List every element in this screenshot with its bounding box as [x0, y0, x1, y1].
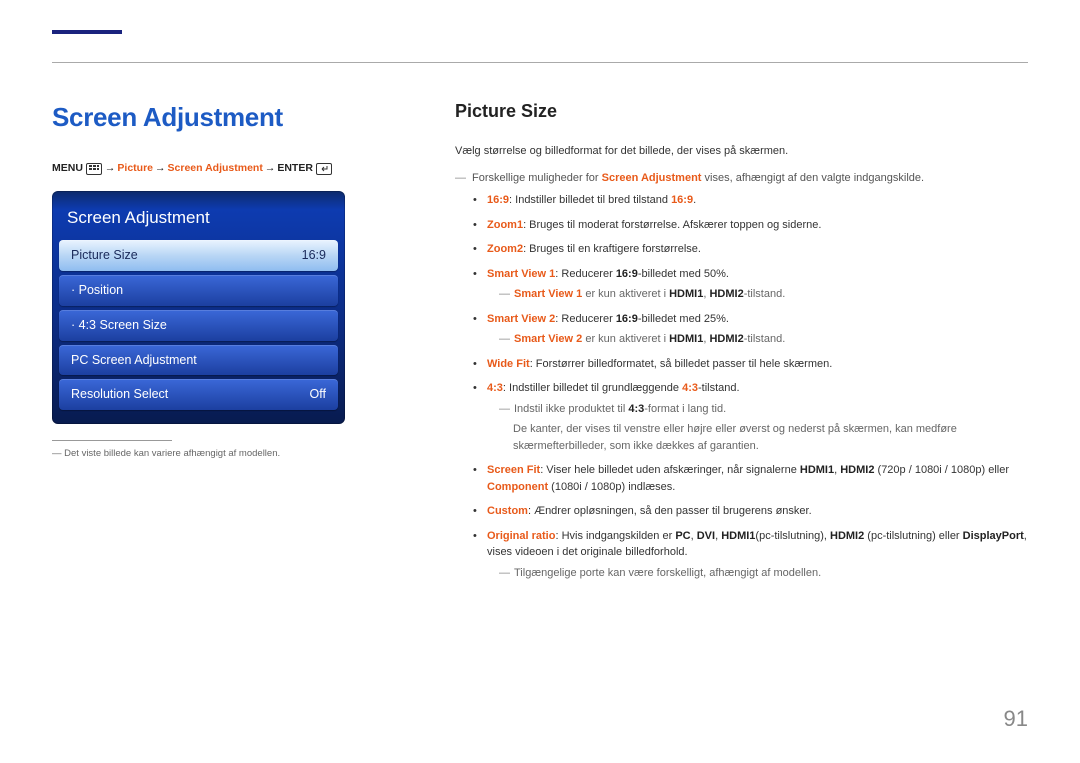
osd-row-label: · 4:3 Screen Size [71, 316, 167, 335]
left-column: Screen Adjustment MENU → Picture → Scree… [52, 98, 387, 469]
osd-row-resolution-select[interactable]: Resolution Select Off [59, 379, 338, 410]
option-smart-view-1: Smart View 1: Reducerer 16:9-billedet me… [473, 266, 1035, 303]
osd-note-text: Det viste billede kan variere afhængigt … [64, 448, 280, 459]
option-43: 4:3: Indstiller billedet til grundlæggen… [473, 380, 1035, 454]
header-divider-line [52, 62, 1028, 63]
option-custom: Custom: Ændrer opløsningen, så den passe… [473, 503, 1035, 520]
option-169: 16:9: Indstiller billedet til bred tilst… [473, 192, 1035, 209]
breadcrumb-arrow: → [105, 161, 116, 177]
intro-note-pre: Forskellige muligheder for [472, 172, 602, 184]
breadcrumb-arrow: → [265, 161, 276, 177]
breadcrumb-screen-adjustment: Screen Adjustment [168, 161, 263, 177]
breadcrumb-arrow: → [155, 161, 166, 177]
breadcrumb-picture: Picture [117, 161, 153, 177]
note-dash-icon: ― [455, 170, 466, 187]
enter-icon [316, 163, 332, 175]
osd-title: Screen Adjustment [59, 199, 338, 241]
sub-note: ― Tilgængelige porte kan være forskellig… [499, 565, 1035, 582]
sub-note: ― Smart View 2 er kun aktiveret i HDMI1,… [499, 331, 1035, 348]
sub-note-line2: De kanter, der vises til venstre eller h… [513, 421, 1035, 454]
intro-text: Vælg størrelse og billedformat for det b… [455, 143, 1035, 160]
sub-note: ― Smart View 1 er kun aktiveret i HDMI1,… [499, 286, 1035, 303]
osd-row-value: Off [310, 385, 326, 404]
osd-row-label: Picture Size [71, 246, 138, 265]
option-screen-fit: Screen Fit: Viser hele billedet uden afs… [473, 462, 1035, 495]
intro-note-post: vises, afhængigt af den valgte indgangsk… [701, 172, 924, 184]
options-list: 16:9: Indstiller billedet til bred tilst… [455, 192, 1035, 581]
page-number: 91 [1004, 702, 1028, 735]
header-accent-bar [52, 30, 122, 34]
menu-icon [86, 163, 102, 175]
option-wide-fit: Wide Fit: Forstørrer billedformatet, så … [473, 356, 1035, 373]
option-original-ratio: Original ratio: Hvis indgangskilden er P… [473, 528, 1035, 582]
section-heading: Screen Adjustment [52, 98, 387, 137]
intro-note-keyword: Screen Adjustment [602, 172, 702, 184]
osd-note-dash: ― [52, 448, 64, 459]
breadcrumb: MENU → Picture → Screen Adjustment → ENT… [52, 161, 387, 177]
option-zoom1: Zoom1: Bruges til moderat forstørrelse. … [473, 217, 1035, 234]
content-heading: Picture Size [455, 98, 1035, 125]
osd-row-label: Resolution Select [71, 385, 168, 404]
osd-row-label: · Position [71, 281, 123, 300]
osd-panel: Screen Adjustment Picture Size 16:9 · Po… [52, 191, 345, 424]
option-zoom2: Zoom2: Bruges til en kraftigere forstørr… [473, 241, 1035, 258]
option-smart-view-2: Smart View 2: Reducerer 16:9-billedet me… [473, 311, 1035, 348]
sub-note: ― Indstil ikke produktet til 4:3-format … [499, 401, 1035, 418]
intro-note: ― Forskellige muligheder for Screen Adju… [455, 170, 1035, 187]
osd-row-label: PC Screen Adjustment [71, 351, 197, 370]
osd-row-picture-size[interactable]: Picture Size 16:9 [59, 240, 338, 271]
osd-row-position[interactable]: · Position [59, 275, 338, 306]
breadcrumb-menu: MENU [52, 161, 83, 177]
osd-row-43-screen-size[interactable]: · 4:3 Screen Size [59, 310, 338, 341]
osd-row-pc-screen-adjustment[interactable]: PC Screen Adjustment [59, 345, 338, 376]
right-column: Picture Size Vælg størrelse og billedfor… [455, 98, 1035, 589]
breadcrumb-enter: ENTER [277, 161, 313, 177]
osd-row-value: 16:9 [302, 246, 326, 265]
osd-footnote: ― Det viste billede kan variere afhængig… [52, 424, 345, 469]
